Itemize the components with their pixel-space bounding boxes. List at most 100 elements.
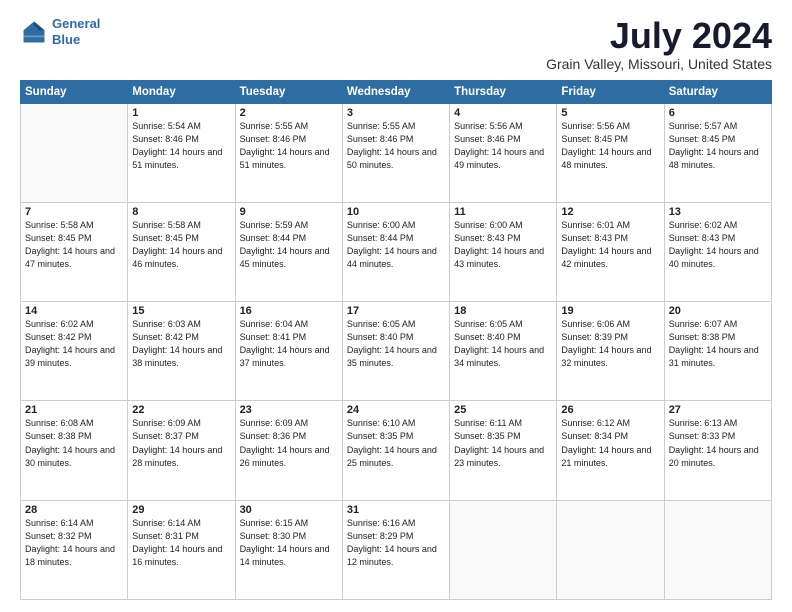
day-info: Sunrise: 6:13 AMSunset: 8:33 PMDaylight:… xyxy=(669,417,767,469)
day-number: 4 xyxy=(454,107,552,119)
day-info: Sunrise: 6:00 AMSunset: 8:43 PMDaylight:… xyxy=(454,219,552,271)
calendar-cell: 10Sunrise: 6:00 AMSunset: 8:44 PMDayligh… xyxy=(342,202,449,301)
day-number: 10 xyxy=(347,206,445,218)
day-info: Sunrise: 5:59 AMSunset: 8:44 PMDaylight:… xyxy=(240,219,338,271)
calendar-cell xyxy=(450,500,557,599)
day-info: Sunrise: 6:14 AMSunset: 8:31 PMDaylight:… xyxy=(132,517,230,569)
calendar-cell: 24Sunrise: 6:10 AMSunset: 8:35 PMDayligh… xyxy=(342,401,449,500)
weekday-header-row: SundayMondayTuesdayWednesdayThursdayFrid… xyxy=(21,80,772,103)
day-info: Sunrise: 6:05 AMSunset: 8:40 PMDaylight:… xyxy=(454,318,552,370)
weekday-header-monday: Monday xyxy=(128,80,235,103)
week-row-5: 28Sunrise: 6:14 AMSunset: 8:32 PMDayligh… xyxy=(21,500,772,599)
day-number: 29 xyxy=(132,504,230,516)
day-number: 19 xyxy=(561,305,659,317)
day-info: Sunrise: 5:58 AMSunset: 8:45 PMDaylight:… xyxy=(25,219,123,271)
calendar-cell: 8Sunrise: 5:58 AMSunset: 8:45 PMDaylight… xyxy=(128,202,235,301)
day-number: 11 xyxy=(454,206,552,218)
calendar-cell: 16Sunrise: 6:04 AMSunset: 8:41 PMDayligh… xyxy=(235,302,342,401)
day-number: 7 xyxy=(25,206,123,218)
weekday-header-wednesday: Wednesday xyxy=(342,80,449,103)
day-number: 6 xyxy=(669,107,767,119)
week-row-2: 7Sunrise: 5:58 AMSunset: 8:45 PMDaylight… xyxy=(21,202,772,301)
day-info: Sunrise: 6:09 AMSunset: 8:37 PMDaylight:… xyxy=(132,417,230,469)
calendar-cell: 4Sunrise: 5:56 AMSunset: 8:46 PMDaylight… xyxy=(450,103,557,202)
day-number: 25 xyxy=(454,404,552,416)
day-info: Sunrise: 5:57 AMSunset: 8:45 PMDaylight:… xyxy=(669,120,767,172)
calendar-table: SundayMondayTuesdayWednesdayThursdayFrid… xyxy=(20,80,772,600)
day-info: Sunrise: 6:16 AMSunset: 8:29 PMDaylight:… xyxy=(347,517,445,569)
page: General Blue July 2024 Grain Valley, Mis… xyxy=(0,0,792,612)
day-info: Sunrise: 5:55 AMSunset: 8:46 PMDaylight:… xyxy=(347,120,445,172)
calendar-cell: 19Sunrise: 6:06 AMSunset: 8:39 PMDayligh… xyxy=(557,302,664,401)
logo-icon xyxy=(20,18,48,46)
day-number: 17 xyxy=(347,305,445,317)
day-number: 2 xyxy=(240,107,338,119)
day-number: 31 xyxy=(347,504,445,516)
day-number: 12 xyxy=(561,206,659,218)
calendar-cell: 2Sunrise: 5:55 AMSunset: 8:46 PMDaylight… xyxy=(235,103,342,202)
logo-text: General Blue xyxy=(52,16,100,47)
calendar-cell: 17Sunrise: 6:05 AMSunset: 8:40 PMDayligh… xyxy=(342,302,449,401)
calendar-cell: 28Sunrise: 6:14 AMSunset: 8:32 PMDayligh… xyxy=(21,500,128,599)
day-info: Sunrise: 6:03 AMSunset: 8:42 PMDaylight:… xyxy=(132,318,230,370)
calendar-cell xyxy=(557,500,664,599)
day-number: 15 xyxy=(132,305,230,317)
day-info: Sunrise: 5:56 AMSunset: 8:45 PMDaylight:… xyxy=(561,120,659,172)
calendar-cell: 5Sunrise: 5:56 AMSunset: 8:45 PMDaylight… xyxy=(557,103,664,202)
calendar-cell: 18Sunrise: 6:05 AMSunset: 8:40 PMDayligh… xyxy=(450,302,557,401)
day-number: 24 xyxy=(347,404,445,416)
day-info: Sunrise: 6:12 AMSunset: 8:34 PMDaylight:… xyxy=(561,417,659,469)
day-info: Sunrise: 6:15 AMSunset: 8:30 PMDaylight:… xyxy=(240,517,338,569)
day-number: 28 xyxy=(25,504,123,516)
weekday-header-thursday: Thursday xyxy=(450,80,557,103)
calendar-cell: 31Sunrise: 6:16 AMSunset: 8:29 PMDayligh… xyxy=(342,500,449,599)
header: General Blue July 2024 Grain Valley, Mis… xyxy=(20,16,772,72)
calendar-cell: 21Sunrise: 6:08 AMSunset: 8:38 PMDayligh… xyxy=(21,401,128,500)
logo: General Blue xyxy=(20,16,100,47)
calendar-cell: 7Sunrise: 5:58 AMSunset: 8:45 PMDaylight… xyxy=(21,202,128,301)
day-info: Sunrise: 5:55 AMSunset: 8:46 PMDaylight:… xyxy=(240,120,338,172)
day-info: Sunrise: 6:06 AMSunset: 8:39 PMDaylight:… xyxy=(561,318,659,370)
weekday-header-friday: Friday xyxy=(557,80,664,103)
day-info: Sunrise: 6:02 AMSunset: 8:43 PMDaylight:… xyxy=(669,219,767,271)
day-info: Sunrise: 6:14 AMSunset: 8:32 PMDaylight:… xyxy=(25,517,123,569)
day-info: Sunrise: 6:01 AMSunset: 8:43 PMDaylight:… xyxy=(561,219,659,271)
day-number: 26 xyxy=(561,404,659,416)
day-number: 16 xyxy=(240,305,338,317)
weekday-header-sunday: Sunday xyxy=(21,80,128,103)
logo-line2: Blue xyxy=(52,32,80,47)
weekday-header-saturday: Saturday xyxy=(664,80,771,103)
day-info: Sunrise: 6:08 AMSunset: 8:38 PMDaylight:… xyxy=(25,417,123,469)
day-number: 23 xyxy=(240,404,338,416)
day-number: 9 xyxy=(240,206,338,218)
calendar-cell: 9Sunrise: 5:59 AMSunset: 8:44 PMDaylight… xyxy=(235,202,342,301)
weekday-header-tuesday: Tuesday xyxy=(235,80,342,103)
calendar-cell: 25Sunrise: 6:11 AMSunset: 8:35 PMDayligh… xyxy=(450,401,557,500)
calendar-cell: 3Sunrise: 5:55 AMSunset: 8:46 PMDaylight… xyxy=(342,103,449,202)
subtitle: Grain Valley, Missouri, United States xyxy=(546,56,772,72)
day-info: Sunrise: 6:10 AMSunset: 8:35 PMDaylight:… xyxy=(347,417,445,469)
day-number: 30 xyxy=(240,504,338,516)
calendar-cell: 11Sunrise: 6:00 AMSunset: 8:43 PMDayligh… xyxy=(450,202,557,301)
calendar-cell: 1Sunrise: 5:54 AMSunset: 8:46 PMDaylight… xyxy=(128,103,235,202)
week-row-4: 21Sunrise: 6:08 AMSunset: 8:38 PMDayligh… xyxy=(21,401,772,500)
day-info: Sunrise: 6:05 AMSunset: 8:40 PMDaylight:… xyxy=(347,318,445,370)
calendar-cell: 22Sunrise: 6:09 AMSunset: 8:37 PMDayligh… xyxy=(128,401,235,500)
week-row-1: 1Sunrise: 5:54 AMSunset: 8:46 PMDaylight… xyxy=(21,103,772,202)
calendar-cell: 27Sunrise: 6:13 AMSunset: 8:33 PMDayligh… xyxy=(664,401,771,500)
calendar-cell: 6Sunrise: 5:57 AMSunset: 8:45 PMDaylight… xyxy=(664,103,771,202)
calendar-cell: 14Sunrise: 6:02 AMSunset: 8:42 PMDayligh… xyxy=(21,302,128,401)
calendar-cell xyxy=(21,103,128,202)
week-row-3: 14Sunrise: 6:02 AMSunset: 8:42 PMDayligh… xyxy=(21,302,772,401)
day-info: Sunrise: 5:54 AMSunset: 8:46 PMDaylight:… xyxy=(132,120,230,172)
day-number: 8 xyxy=(132,206,230,218)
day-number: 20 xyxy=(669,305,767,317)
calendar-cell: 30Sunrise: 6:15 AMSunset: 8:30 PMDayligh… xyxy=(235,500,342,599)
calendar-cell: 26Sunrise: 6:12 AMSunset: 8:34 PMDayligh… xyxy=(557,401,664,500)
main-title: July 2024 xyxy=(546,16,772,56)
day-info: Sunrise: 6:09 AMSunset: 8:36 PMDaylight:… xyxy=(240,417,338,469)
calendar-cell: 15Sunrise: 6:03 AMSunset: 8:42 PMDayligh… xyxy=(128,302,235,401)
day-number: 22 xyxy=(132,404,230,416)
calendar-cell xyxy=(664,500,771,599)
day-info: Sunrise: 6:11 AMSunset: 8:35 PMDaylight:… xyxy=(454,417,552,469)
